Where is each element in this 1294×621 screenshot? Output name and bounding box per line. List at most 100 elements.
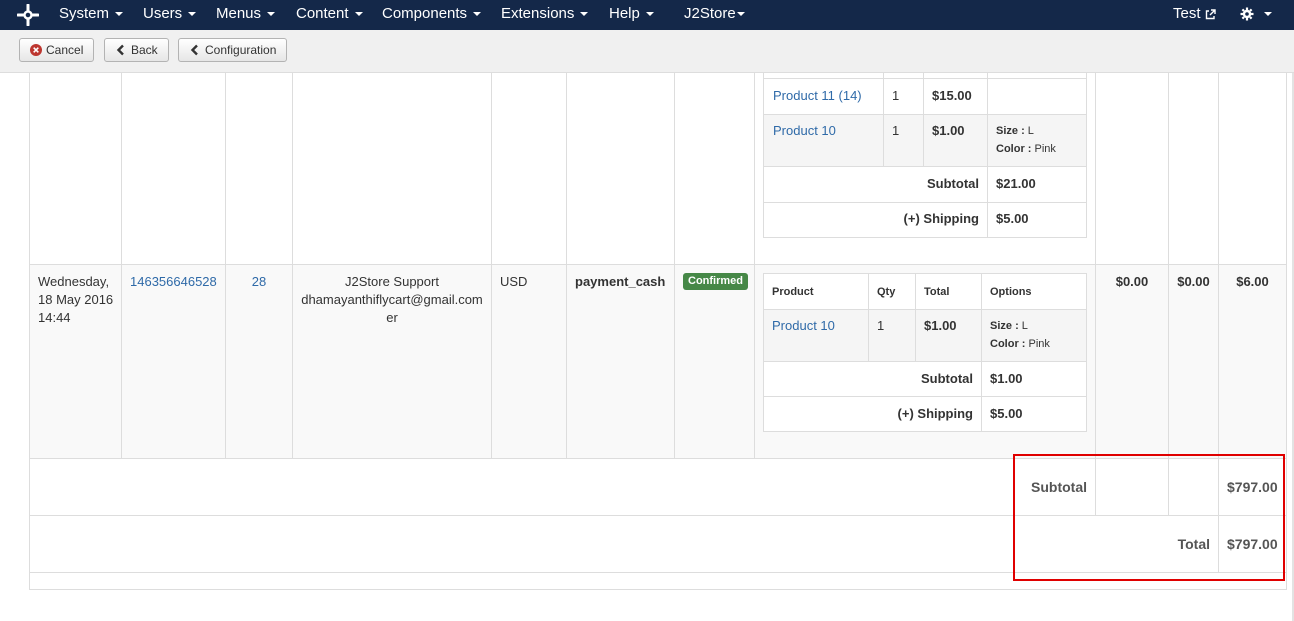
option-value: L [1027, 125, 1034, 137]
item-col-divider [981, 274, 982, 432]
column-divider [1168, 73, 1169, 515]
menu-extensions-label: Extensions [501, 5, 575, 22]
caret-down-icon [188, 12, 197, 17]
caret-down-icon [580, 12, 589, 17]
order-items-table: Product Qty Total Options Product 10 1 $… [763, 273, 1087, 432]
caret-down-icon [473, 12, 482, 17]
order-id-link[interactable]: 146356646528 [130, 273, 217, 291]
gear-icon [1240, 7, 1254, 21]
order-date: Wednesday, 18 May 2016 14:44 [38, 274, 114, 325]
item-col-divider [923, 73, 924, 166]
items-shipping-label: (+) Shipping [903, 211, 979, 226]
caret-down-icon [267, 12, 276, 17]
item-col-divider [883, 73, 884, 166]
items-subtotal-value: $21.00 [996, 176, 1036, 191]
menu-j2store-label: J2Store [684, 5, 736, 22]
item-row-divider [764, 166, 1086, 167]
order-discount: $0.00 [1115, 274, 1149, 289]
column-header-qty: Qty [877, 286, 896, 298]
column-header-options: Options [990, 286, 1032, 298]
item-row-divider [764, 202, 1086, 203]
option-value: Pink [1028, 338, 1050, 350]
option-label: Size : [990, 320, 1019, 332]
user-id-link[interactable]: 28 [226, 273, 292, 291]
items-subtotal-label: Subtotal [927, 176, 979, 191]
toolbar: Cancel Back Configuration [0, 30, 1294, 73]
menu-extensions[interactable]: Extensions [501, 0, 589, 30]
order-items-table: Product 11 (14) 1 $15.00 Product 10 1 $1… [763, 73, 1087, 238]
order-amount: $6.00 [1236, 274, 1269, 289]
option-label: Size : [996, 125, 1025, 137]
items-shipping-value: $5.00 [990, 406, 1023, 421]
payment-method: payment_cash [575, 274, 666, 289]
column-divider [674, 73, 675, 458]
option-label: Color : [996, 143, 1032, 155]
joomla-logo-icon[interactable] [17, 4, 39, 26]
cancel-circle-icon [30, 44, 42, 56]
item-option-color: Color : Pink [990, 335, 1050, 353]
menu-help-label: Help [609, 5, 640, 22]
item-col-divider [915, 274, 916, 361]
item-col-divider [868, 274, 869, 361]
item-qty: 1 [877, 318, 885, 333]
back-button[interactable]: Back [104, 38, 169, 62]
menu-help[interactable]: Help [609, 0, 654, 30]
back-button-label: Back [131, 43, 158, 57]
option-value: L [1021, 320, 1028, 332]
menu-system-label: System [59, 5, 110, 22]
item-option-size: Size : L [990, 317, 1028, 335]
items-subtotal-value: $1.00 [990, 371, 1023, 386]
column-divider [754, 73, 755, 458]
user-site-link[interactable]: Test [1173, 0, 1216, 30]
item-total: $1.00 [924, 318, 957, 333]
totals-highlight-box [1013, 454, 1285, 581]
menu-system[interactable]: System [59, 0, 124, 30]
product-link[interactable]: Product 10 [773, 122, 836, 140]
product-link[interactable]: Product 11 (14) [773, 87, 862, 105]
status-badge: Confirmed [683, 273, 748, 290]
customer-email: dhamayanthiflycart@gmail.com [301, 292, 483, 307]
menu-content-label: Content [296, 5, 349, 22]
menu-components-label: Components [382, 5, 468, 22]
cancel-button[interactable]: Cancel [19, 38, 95, 62]
order-tax: $0.00 [1177, 274, 1210, 289]
customer-email-tail: er [386, 310, 398, 325]
item-option-size: Size : L [996, 122, 1034, 140]
column-divider [491, 73, 492, 458]
table-row-striped [30, 265, 1286, 458]
item-option-color: Color : Pink [996, 140, 1056, 158]
column-divider [566, 73, 567, 458]
option-label: Color : [990, 338, 1026, 350]
settings-menu[interactable] [1240, 0, 1272, 30]
item-row-divider [764, 78, 1086, 79]
item-total: $1.00 [932, 123, 965, 138]
product-link[interactable]: Product 10 [772, 317, 835, 335]
caret-down-icon [736, 12, 745, 17]
menu-components[interactable]: Components [382, 0, 482, 30]
item-total: $15.00 [932, 88, 972, 103]
item-row-divider [764, 114, 1086, 115]
menu-menus-label: Menus [216, 5, 262, 22]
cancel-button-label: Cancel [46, 43, 84, 57]
item-row-divider [764, 396, 1086, 397]
menu-menus[interactable]: Menus [216, 0, 276, 30]
configuration-button-label: Configuration [205, 43, 277, 57]
caret-down-icon [645, 12, 654, 17]
item-row-divider [764, 361, 1086, 362]
menu-j2store[interactable]: J2Store [684, 0, 745, 30]
items-shipping-value: $5.00 [996, 211, 1029, 226]
option-value: Pink [1034, 143, 1056, 155]
column-divider [121, 73, 122, 458]
column-divider [1095, 73, 1096, 515]
row-divider [30, 264, 1286, 265]
items-subtotal-label: Subtotal [921, 371, 973, 386]
column-divider [225, 73, 226, 458]
table-border [29, 589, 1287, 590]
caret-down-icon [354, 12, 363, 17]
menu-users[interactable]: Users [143, 0, 197, 30]
item-qty: 1 [892, 123, 900, 138]
menu-content[interactable]: Content [296, 0, 363, 30]
top-navbar: System Users Menus Content Components Ex… [0, 0, 1294, 30]
configuration-button[interactable]: Configuration [178, 38, 288, 62]
caret-down-icon [115, 12, 124, 17]
